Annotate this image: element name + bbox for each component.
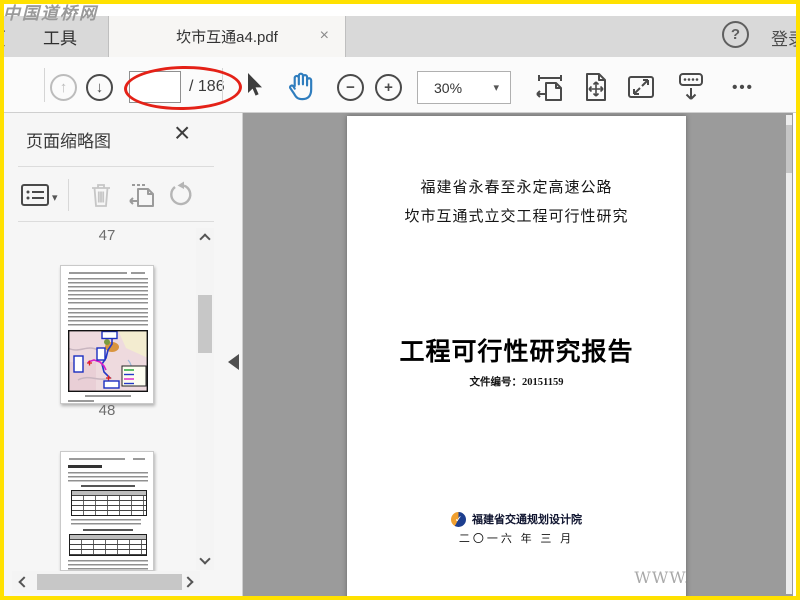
cover-header-line1: 福建省永春至永定高速公路 xyxy=(420,180,613,196)
previous-page-button[interactable]: ↑ xyxy=(50,74,77,101)
scroll-right-button[interactable] xyxy=(178,571,198,593)
zoom-level-select[interactable]: 30% ▾ xyxy=(417,71,511,104)
cover-date: 二〇一六 年 三 月 xyxy=(458,533,575,545)
thumbnail-page-number: 47 xyxy=(98,227,116,244)
chevron-down-icon: ▾ xyxy=(493,82,499,94)
rotate-page-button[interactable] xyxy=(168,181,194,209)
chevron-right-icon xyxy=(182,576,194,588)
fit-page-button[interactable] xyxy=(579,71,611,103)
tab-home[interactable]: 页 xyxy=(0,25,12,51)
thumbnail-options-button[interactable] xyxy=(20,183,50,207)
trash-icon xyxy=(92,184,110,207)
document-view: 福建省永春至永定高速公路 坎市互通式立交工程可行性研究 工程可行性研究报告 文件… xyxy=(243,113,793,596)
crop-pages-button[interactable] xyxy=(128,181,158,209)
toolbar-separator xyxy=(44,68,45,102)
chevron-left-icon xyxy=(18,576,30,588)
tab-bar: 页 工具 坎市互通a4.pdf × ? 登录 xyxy=(0,16,800,57)
main-toolbar: ↑ ↓ / 186 − + 30% ▾ ••• xyxy=(0,57,800,113)
divider xyxy=(18,221,214,222)
chevron-up-icon xyxy=(199,233,211,245)
zoom-level-value: 30% xyxy=(434,79,463,96)
chevron-down-icon xyxy=(199,553,211,565)
sidebar-horizontal-scrollbar[interactable] xyxy=(12,571,200,593)
tab-document[interactable]: 坎市互通a4.pdf × xyxy=(108,16,346,57)
zoom-in-button[interactable]: + xyxy=(375,74,402,101)
cover-header-line2: 坎市互通式立交工程可行性研究 xyxy=(404,209,629,225)
scroll-up-button[interactable] xyxy=(196,230,214,248)
panel-title: 页面缩略图 xyxy=(26,132,111,151)
organization-logo: ✓ xyxy=(451,511,466,527)
pointer-icon xyxy=(248,73,262,96)
divider xyxy=(68,179,69,211)
scroll-down-button[interactable] xyxy=(196,550,214,568)
next-page-button[interactable]: ↓ xyxy=(86,74,113,101)
scrollbar-thumb[interactable] xyxy=(786,125,792,173)
hide-toolbar-button[interactable] xyxy=(674,71,708,105)
rotate-icon xyxy=(170,181,192,206)
close-document-icon[interactable]: × xyxy=(320,26,329,46)
delete-page-button[interactable] xyxy=(88,181,114,209)
thumbnail-page-47[interactable] xyxy=(60,265,154,404)
cover-doc-number: 文件编号：20151159 xyxy=(469,377,564,388)
site-watermark: 中国道桥网 xyxy=(3,4,98,24)
pdf-page[interactable]: 福建省永春至永定高速公路 坎市互通式立交工程可行性研究 工程可行性研究报告 文件… xyxy=(347,116,686,596)
sidebar-vertical-scrollbar[interactable] xyxy=(196,228,214,570)
fullscreen-button[interactable] xyxy=(626,72,656,102)
thumbnails-panel: 页面缩略图 × ▾ 47 48 xyxy=(4,113,243,596)
scrollbar-thumb[interactable] xyxy=(198,295,212,353)
select-tool-button[interactable] xyxy=(242,70,264,100)
fit-page-icon xyxy=(586,73,606,101)
more-tools-button[interactable]: ••• xyxy=(722,71,764,103)
chevron-down-icon: ▾ xyxy=(52,192,58,204)
document-vertical-scrollbar[interactable] xyxy=(786,115,792,594)
scrollbar-thumb[interactable] xyxy=(37,574,182,590)
fit-width-icon xyxy=(536,75,562,101)
zoom-out-button[interactable]: − xyxy=(337,74,364,101)
divider xyxy=(18,166,214,167)
scroll-left-button[interactable] xyxy=(14,571,34,593)
help-icon[interactable]: ? xyxy=(722,21,749,48)
hide-toolbar-icon xyxy=(679,73,703,100)
document-tab-title: 坎市互通a4.pdf xyxy=(176,29,278,46)
crop-pages-icon xyxy=(129,184,154,207)
list-options-icon xyxy=(21,184,49,206)
pdf-viewer-window: 中国道桥网 页 工具 坎市互通a4.pdf × ? 登录 ↑ ↓ / 186 − xyxy=(0,0,800,600)
annotation-red-ellipse xyxy=(123,64,243,112)
organization-name: 福建省交通规划设计院 xyxy=(472,514,582,526)
map-figure xyxy=(68,330,148,392)
thumbnail-list: 47 48 xyxy=(4,223,196,571)
fit-width-button[interactable] xyxy=(534,71,566,103)
panel-close-icon[interactable]: × xyxy=(174,117,190,149)
page-watermark: WWW. xyxy=(634,568,686,587)
cover-main-title: 工程可行性研究报告 xyxy=(399,338,634,366)
cover-organization-row: ✓ 福建省交通规划设计院 xyxy=(347,511,686,527)
fullscreen-icon xyxy=(628,76,654,98)
thumbnail-page-48[interactable] xyxy=(60,451,154,571)
login-link[interactable]: 登录 xyxy=(771,25,797,50)
panel-collapse-handle[interactable] xyxy=(228,354,239,370)
thumbnail-page-number: 48 xyxy=(98,402,116,419)
hand-icon xyxy=(288,72,313,101)
hand-tool-button[interactable] xyxy=(286,70,316,102)
